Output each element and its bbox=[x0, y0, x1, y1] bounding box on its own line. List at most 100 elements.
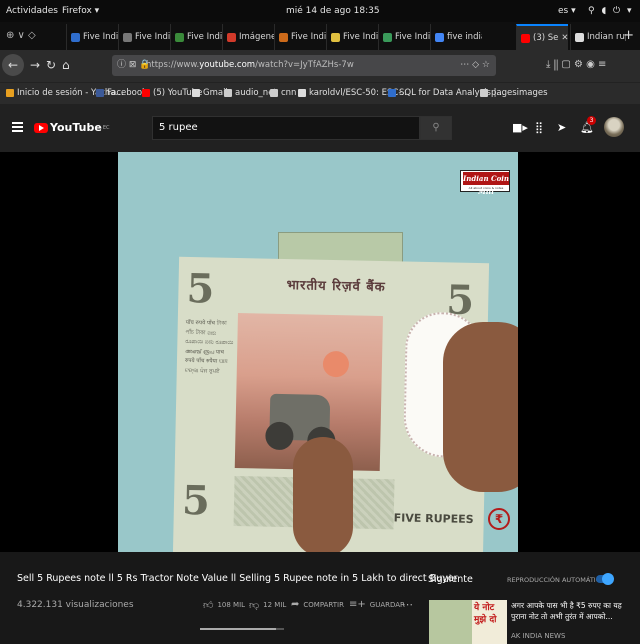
up-next-heading: Siguiente bbox=[428, 574, 473, 585]
note-language-panel: पाँच रुपये पाँच টাকা পাঁচ টাকা ಐದು ರೂಪಾಯ… bbox=[184, 319, 234, 375]
bookmark-item[interactable]: Facebook bbox=[96, 88, 147, 98]
suggestion-title[interactable]: अगर आपके पास भी है ₹5 रुपए का यह पुराना … bbox=[511, 600, 631, 622]
like-button[interactable]: 👍︎ 108 MIL bbox=[203, 599, 245, 611]
close-tab-icon[interactable]: ✕ bbox=[561, 33, 568, 43]
tab-favicon-icon bbox=[71, 32, 80, 42]
youtube-icon bbox=[142, 89, 150, 97]
site-info-icon[interactable]: ⓘ ⊠ 🔒 bbox=[117, 55, 150, 76]
url-domain: youtube.com bbox=[199, 60, 256, 70]
channel-logo-subtext: All about coins & notes bbox=[468, 186, 504, 190]
browser-tab[interactable]: Five India R bbox=[170, 24, 222, 50]
tab-controls[interactable]: ⊕ ∨ ◇ bbox=[6, 30, 36, 41]
bookmark-item[interactable]: pagesimages bbox=[480, 88, 548, 98]
bookmark-item[interactable]: cnn bbox=[270, 88, 296, 98]
tab-favicon-icon bbox=[383, 32, 392, 42]
bookmark-item[interactable]: Gmail bbox=[192, 88, 228, 98]
browser-tab[interactable]: Indian rupe bbox=[570, 24, 626, 50]
share-icon: ➦ bbox=[291, 599, 300, 610]
navigation-bar: ← → ↻ ⌂ ⓘ ⊠ 🔒 https://www.youtube.com/wa… bbox=[0, 50, 640, 82]
url-path: /watch?v=JyTfAZHs-7w bbox=[255, 60, 354, 70]
playlist-add-icon: ≡+ bbox=[349, 599, 366, 610]
hand-image bbox=[443, 322, 518, 492]
app-menu[interactable]: Firefox ▾ bbox=[62, 6, 99, 16]
forward-button[interactable]: → bbox=[30, 58, 40, 72]
udacity-icon bbox=[388, 89, 396, 97]
tab-label: Five Indian bbox=[83, 32, 118, 42]
rupee-watermark-icon[interactable]: ₹ bbox=[488, 508, 510, 530]
folder-icon bbox=[270, 89, 278, 97]
tab-favicon-icon bbox=[575, 32, 584, 42]
dislike-count: 12 MIL bbox=[263, 601, 287, 609]
system-top-bar: Actividades Firefox ▾ mié 14 de ago 18:3… bbox=[0, 0, 640, 22]
tab-bar: ⊕ ∨ ◇ Five Indian Five India R Five Indi… bbox=[0, 22, 640, 50]
youtube-header: YouTube EC 5 rupee ⚲ ■▸ ⣿ ➤ 🔔︎ 3 bbox=[0, 104, 640, 152]
search-input[interactable]: 5 rupee bbox=[152, 116, 420, 140]
channel-logo: Indian Coin Mill All about coins & notes bbox=[460, 170, 510, 196]
apps-grid-icon[interactable]: ⣿ bbox=[535, 121, 543, 134]
url-prefix: https://www. bbox=[146, 60, 200, 70]
thumbs-down-icon: 👎︎ bbox=[249, 600, 260, 611]
tab-favicon-icon bbox=[331, 32, 340, 42]
tab-label: Five India R bbox=[135, 32, 170, 42]
bookmark-icon bbox=[6, 89, 14, 97]
save-label: GUARDAR bbox=[369, 600, 405, 609]
video-title: Sell 5 Rupees note ll 5 Rs Tractor Note … bbox=[17, 573, 458, 584]
suggestion-channel[interactable]: AK INDIA NEWS bbox=[511, 632, 565, 640]
gmail-icon bbox=[192, 89, 200, 97]
browser-tab[interactable]: Five India R bbox=[326, 24, 378, 50]
create-video-icon[interactable]: ■▸ bbox=[512, 121, 528, 134]
tab-favicon-icon bbox=[123, 32, 132, 42]
video-frame[interactable]: 5 5 5 भारतीय रिज़र्व बैंक पाँच रुपये पाँ… bbox=[118, 152, 518, 552]
browser-tab[interactable]: Five Indian bbox=[66, 24, 118, 50]
thumbnail-text: ये नोट मुझे दो bbox=[474, 603, 497, 625]
home-button[interactable]: ⌂ bbox=[62, 58, 70, 72]
clock[interactable]: mié 14 de ago 18:35 bbox=[286, 6, 380, 16]
youtube-play-icon bbox=[34, 122, 48, 133]
region-code: EC bbox=[102, 124, 110, 131]
more-actions-icon[interactable]: ⋯ bbox=[402, 598, 413, 611]
menu-icon[interactable] bbox=[12, 122, 23, 134]
bookmark-label: cnn bbox=[281, 88, 297, 98]
back-button[interactable]: ← bbox=[2, 54, 24, 76]
youtube-logo[interactable]: YouTube EC bbox=[34, 121, 109, 134]
browser-tab-active[interactable]: (3) Se ✕ bbox=[516, 24, 568, 50]
notification-count-badge: 3 bbox=[587, 116, 596, 125]
bookmark-label: pagesimages bbox=[491, 88, 548, 98]
tab-favicon-icon bbox=[521, 33, 530, 43]
search-button[interactable]: ⚲ bbox=[420, 116, 452, 140]
reload-button[interactable]: ↻ bbox=[46, 58, 56, 72]
note-value-text: FIVE RUPEES bbox=[393, 511, 474, 527]
new-tab-icon[interactable]: + bbox=[623, 28, 634, 43]
tab-label: Five India R bbox=[343, 32, 378, 42]
bookmark-item[interactable]: audio_net bbox=[224, 88, 277, 98]
tab-label: Imágenes bbox=[239, 32, 274, 42]
browser-tab[interactable]: Five India R bbox=[274, 24, 326, 50]
browser-tab[interactable]: Five India R bbox=[378, 24, 430, 50]
github-icon bbox=[298, 89, 306, 97]
system-tray[interactable]: ⚲ ◖ ⏻ ▾ bbox=[588, 6, 634, 16]
tractor-wheel bbox=[265, 421, 294, 451]
page-actions-icon[interactable]: ⋯ ◇ ☆ bbox=[460, 55, 490, 76]
tab-label: Five India R bbox=[291, 32, 326, 42]
tab-favicon-icon bbox=[435, 32, 444, 42]
toolbar-icons[interactable]: ⤓ ⫼ ▢ ⚙ ◉ ≡ bbox=[546, 59, 606, 70]
browser-tab[interactable]: Imágenes bbox=[222, 24, 274, 50]
messages-icon[interactable]: ➤ bbox=[557, 121, 566, 134]
url-bar[interactable]: ⓘ ⊠ 🔒 https://www.youtube.com/watch?v=Jy… bbox=[112, 55, 496, 76]
video-player[interactable]: 5 5 5 भारतीय रिज़र्व बैंक पाँच रुपये पाँ… bbox=[0, 152, 640, 552]
channel-logo-text: Indian Coin Mill bbox=[463, 172, 509, 196]
suggestion-thumbnail[interactable]: ये नोट मुझे दो bbox=[429, 600, 507, 644]
dislike-button[interactable]: 👎︎ 12 MIL bbox=[249, 599, 286, 611]
tab-favicon-icon bbox=[279, 32, 288, 42]
save-button[interactable]: ≡+ GUARDAR bbox=[349, 599, 405, 610]
activities-button[interactable]: Actividades bbox=[6, 6, 58, 16]
account-avatar[interactable] bbox=[604, 117, 624, 137]
bookmark-label: Facebook bbox=[107, 88, 147, 98]
share-button[interactable]: ➦ COMPARTIR bbox=[291, 599, 344, 610]
like-ratio-fill bbox=[200, 628, 276, 630]
language-selector[interactable]: es ▾ bbox=[558, 6, 576, 16]
browser-tab[interactable]: five india r bbox=[430, 24, 482, 50]
browser-tab[interactable]: Five India R bbox=[118, 24, 170, 50]
facebook-icon bbox=[96, 89, 104, 97]
autoplay-toggle[interactable] bbox=[596, 573, 614, 585]
